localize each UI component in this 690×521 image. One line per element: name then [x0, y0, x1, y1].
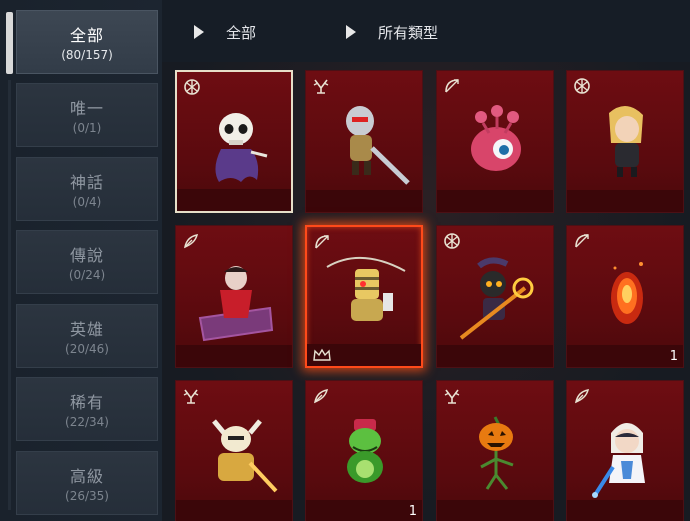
- grade-filter-label: 全部: [226, 23, 257, 42]
- vampire-coffin-figure: [198, 266, 274, 342]
- card-footer: [176, 500, 292, 521]
- card-footer: [177, 189, 291, 211]
- category-count: (20/46): [65, 342, 109, 356]
- pumpkin-head-figure: [479, 416, 514, 490]
- skeleton-ghost-figure: [215, 113, 268, 182]
- crown-icon: [313, 348, 331, 361]
- filter-header: 全部 所有類型: [162, 0, 690, 62]
- collection-card[interactable]: [305, 70, 423, 213]
- category-count: (80/157): [61, 48, 113, 62]
- card-footer: [437, 345, 553, 367]
- category-count: (0/1): [72, 121, 102, 135]
- collection-card[interactable]: [566, 380, 684, 521]
- card-footer: [567, 345, 683, 367]
- collection-card[interactable]: [175, 225, 293, 368]
- play-triangle-icon: [194, 25, 204, 39]
- collection-card-selected[interactable]: [305, 225, 423, 368]
- category-hero[interactable]: 英雄 (20/46): [16, 304, 158, 368]
- collection-card[interactable]: [175, 380, 293, 521]
- category-name: 稀有: [69, 393, 104, 412]
- category-legendary[interactable]: 傳說 (0/24): [16, 230, 158, 294]
- category-name: 傳說: [69, 246, 104, 265]
- card-footer: [567, 500, 683, 521]
- card-footer: [176, 345, 292, 367]
- card-footer: [567, 190, 683, 212]
- armored-knight-figure: [346, 106, 410, 185]
- white-mage-girl-figure: [592, 423, 645, 498]
- collection-grid: 1 1: [162, 62, 690, 521]
- category-unique[interactable]: 唯一 (0/1): [16, 83, 158, 147]
- sidebar-scroll-thumb[interactable]: [6, 12, 13, 74]
- collection-card[interactable]: [566, 70, 684, 213]
- card-footer: [306, 190, 422, 212]
- blonde-girl-figure: [609, 105, 643, 177]
- card-footer: [437, 500, 553, 521]
- card-footer: [306, 500, 422, 521]
- collection-card[interactable]: 1: [566, 225, 684, 368]
- category-name: 全部: [69, 26, 104, 45]
- collection-card[interactable]: [436, 70, 554, 213]
- card-footer: [437, 190, 553, 212]
- category-name: 英雄: [69, 320, 104, 339]
- golden-archer-figure: [326, 257, 406, 321]
- category-count: (0/24): [68, 268, 106, 282]
- grade-filter-dropdown[interactable]: 全部: [194, 22, 256, 42]
- green-frog-figure: [347, 419, 383, 483]
- category-sidebar: 全部 (80/157) 唯一 (0/1) 神話 (0/4) 傳說 (0/24) …: [0, 0, 162, 521]
- card-quantity: 1: [408, 504, 417, 519]
- collection-card[interactable]: [175, 70, 293, 213]
- jester-staff-figure: [459, 257, 534, 340]
- play-triangle-icon: [346, 25, 356, 39]
- sidebar-scroll-track[interactable]: [8, 80, 11, 510]
- golden-horned-knight-figure: [212, 419, 278, 493]
- fire-spirit-figure: [611, 262, 643, 324]
- category-advanced[interactable]: 高級 (26/35): [16, 451, 158, 515]
- card-quantity: 1: [669, 349, 678, 364]
- category-count: (22/34): [65, 415, 109, 429]
- category-count: (26/35): [65, 489, 109, 503]
- pink-eye-monster-figure: [471, 105, 521, 171]
- collection-card[interactable]: [436, 225, 554, 368]
- category-rare[interactable]: 稀有 (22/34): [16, 377, 158, 441]
- collection-card[interactable]: [436, 380, 554, 521]
- type-filter-dropdown[interactable]: 所有類型: [346, 22, 438, 42]
- collection-card[interactable]: 1: [305, 380, 423, 521]
- category-all[interactable]: 全部 (80/157): [16, 10, 158, 74]
- category-name: 神話: [69, 173, 104, 192]
- category-name: 高級: [69, 467, 104, 486]
- category-mythic[interactable]: 神話 (0/4): [16, 157, 158, 221]
- category-count: (0/4): [72, 195, 102, 209]
- category-name: 唯一: [69, 99, 104, 118]
- type-filter-label: 所有類型: [378, 23, 439, 42]
